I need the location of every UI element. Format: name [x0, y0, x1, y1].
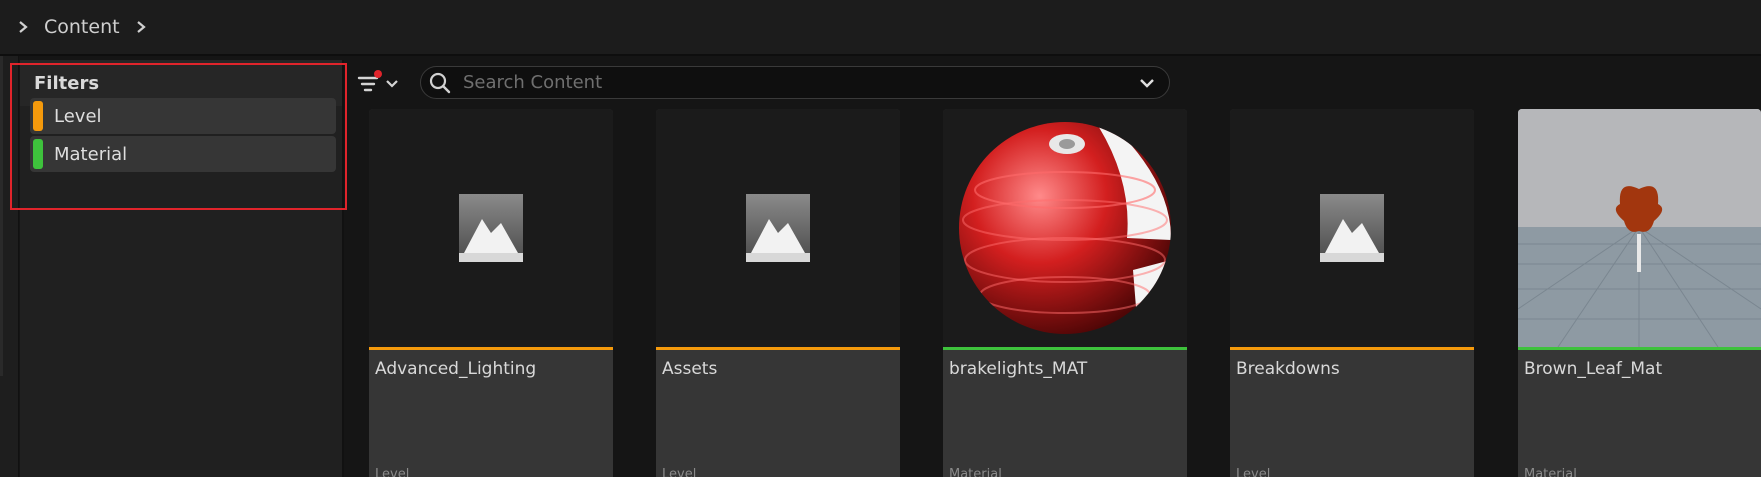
asset-tile-advanced-lighting[interactable]: Advanced_Lighting Level — [369, 109, 613, 477]
asset-name: Assets — [662, 359, 718, 379]
search-bar — [420, 66, 1170, 99]
asset-type: Material — [949, 467, 1002, 477]
asset-type: Material — [1524, 467, 1577, 477]
filters-panel: Filters Level Material — [20, 60, 344, 477]
asset-tile-brakelights-mat[interactable]: brakelights_MAT Material — [943, 109, 1187, 477]
level-color-swatch — [33, 101, 43, 131]
material-color-swatch — [33, 139, 43, 169]
asset-thumbnail — [1230, 109, 1474, 347]
content-toolbar — [355, 64, 1175, 102]
filters-title: Filters — [34, 72, 100, 94]
search-icon — [429, 72, 451, 94]
chevron-right-icon[interactable] — [16, 20, 30, 34]
asset-name: Advanced_Lighting — [375, 359, 537, 379]
level-icon — [746, 194, 810, 262]
level-icon — [459, 194, 523, 262]
asset-tile-brown-leaf-mat[interactable]: Brown_Leaf_Mat Material — [1518, 109, 1761, 477]
asset-name: Breakdowns — [1236, 359, 1340, 379]
asset-name: brakelights_MAT — [949, 359, 1088, 379]
filter-item-label: Level — [54, 105, 102, 127]
breadcrumb-content[interactable]: Content — [44, 16, 120, 38]
filter-dropdown-button[interactable] — [357, 70, 403, 98]
asset-tile-assets[interactable]: Assets Level — [656, 109, 900, 477]
chevron-right-icon[interactable] — [134, 20, 148, 34]
search-input[interactable] — [461, 71, 1139, 94]
filter-icon — [357, 70, 398, 92]
asset-type: Level — [1236, 467, 1271, 477]
filter-item-label: Material — [54, 143, 128, 165]
filter-item-level[interactable]: Level — [30, 98, 336, 134]
asset-thumbnail — [1518, 109, 1761, 347]
level-icon — [1320, 194, 1384, 262]
asset-thumbnail — [656, 109, 900, 347]
asset-tile-breakdowns[interactable]: Breakdowns Level — [1230, 109, 1474, 477]
asset-name: Brown_Leaf_Mat — [1524, 359, 1663, 379]
leaf-preview-icon — [1518, 109, 1761, 347]
asset-thumbnail — [369, 109, 613, 347]
asset-thumbnail — [943, 109, 1187, 347]
asset-type: Level — [375, 467, 410, 477]
material-sphere-icon — [959, 122, 1171, 334]
chevron-down-icon[interactable] — [1139, 75, 1155, 91]
breadcrumb-bar: Content — [0, 0, 1761, 56]
filter-item-material[interactable]: Material — [30, 136, 336, 172]
left-edge-panel — [0, 56, 19, 477]
asset-type: Level — [662, 467, 697, 477]
